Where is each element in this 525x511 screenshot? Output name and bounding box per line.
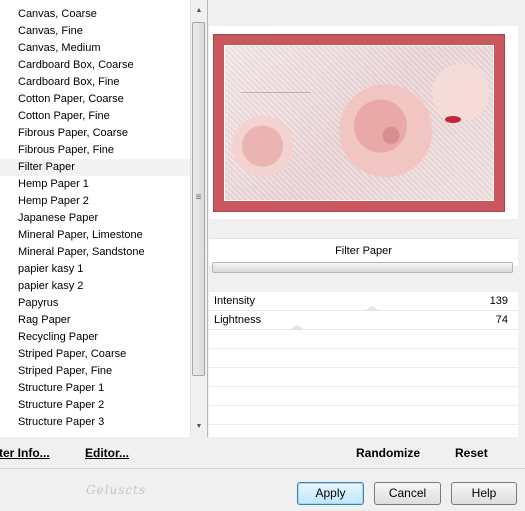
texture-list-item[interactable]: Canvas, Fine <box>0 23 190 40</box>
signature-watermark: Geluscts <box>86 483 147 497</box>
texture-list-item[interactable]: Cardboard Box, Fine <box>0 74 190 91</box>
parameter-row-lightness[interactable]: Lightness 74 <box>209 311 518 330</box>
texture-list-item[interactable]: Fibrous Paper, Fine <box>0 142 190 159</box>
parameter-row-empty <box>209 368 518 387</box>
texture-list-item[interactable]: papier kasy 2 <box>0 278 190 295</box>
parameter-row-empty <box>209 387 518 406</box>
texture-list-item[interactable]: Papyrus <box>0 295 190 312</box>
texture-list-item[interactable]: Japanese Paper <box>0 210 190 227</box>
parameter-value: 74 <box>495 314 508 326</box>
grip-icon: ≡ <box>195 192 202 203</box>
scroll-up-icon[interactable]: ▲ <box>191 3 207 19</box>
reset-button[interactable]: Reset <box>455 446 488 460</box>
texture-list-items: Canvas, Coarse Canvas, Fine Canvas, Medium… <box>0 6 190 431</box>
editor-button[interactable]: Editor... <box>85 446 129 460</box>
texture-list-item[interactable]: papier kasy 1 <box>0 261 190 278</box>
parameter-label: Lightness <box>214 314 262 326</box>
texture-list-item[interactable]: Structure Paper 3 <box>0 414 190 431</box>
texture-list-item[interactable]: Structure Paper 1 <box>0 380 190 397</box>
texture-list-item[interactable]: Rag Paper <box>0 312 190 329</box>
texture-list-item[interactable]: Filter Paper <box>0 159 190 176</box>
apply-button[interactable]: Apply <box>297 482 364 505</box>
texture-list-item[interactable]: Canvas, Medium <box>0 40 190 57</box>
parameter-row-empty <box>209 349 518 368</box>
texture-list-item[interactable]: Mineral Paper, Sandstone <box>0 244 190 261</box>
scrollbar-thumb[interactable]: ≡ <box>192 22 205 376</box>
texture-list-item[interactable]: Structure Paper 2 <box>0 397 190 414</box>
preview-panel <box>209 26 518 219</box>
preview-image-script-text <box>241 80 311 93</box>
parameters-panel: Intensity 139 Lightness 74 <box>209 292 518 437</box>
texture-list-item[interactable]: Canvas, Coarse <box>0 6 190 23</box>
texture-list-item[interactable]: Striped Paper, Coarse <box>0 346 190 363</box>
preview-image-lips <box>445 116 461 123</box>
parameter-label: Intensity <box>214 295 255 307</box>
filter-progress-bar <box>212 262 513 273</box>
scroll-down-icon[interactable]: ▼ <box>191 419 207 435</box>
texture-list-item[interactable]: Recycling Paper <box>0 329 190 346</box>
texture-list-item[interactable]: Cotton Paper, Fine <box>0 108 190 125</box>
parameter-value: 139 <box>489 295 508 307</box>
texture-list-item[interactable]: Hemp Paper 2 <box>0 193 190 210</box>
texture-list-item[interactable]: Hemp Paper 1 <box>0 176 190 193</box>
texture-list-item[interactable]: Striped Paper, Fine <box>0 363 190 380</box>
dialog-divider <box>0 468 525 469</box>
parameter-row-empty <box>209 406 518 425</box>
texture-list-scrollbar[interactable]: ▲ ≡ ▼ <box>190 0 207 437</box>
parameter-row-intensity[interactable]: Intensity 139 <box>209 292 518 311</box>
randomize-button[interactable]: Randomize <box>356 446 420 460</box>
texture-list[interactable]: Canvas, Coarse Canvas, Fine Canvas, Medium… <box>0 0 208 437</box>
texture-list-item[interactable]: Fibrous Paper, Coarse <box>0 125 190 142</box>
filter-title: Filter Paper <box>335 245 392 257</box>
help-button[interactable]: Help <box>451 482 517 505</box>
cancel-button[interactable]: Cancel <box>374 482 441 505</box>
texture-list-item[interactable]: Cardboard Box, Coarse <box>0 57 190 74</box>
filter-progress-fill <box>213 263 512 272</box>
texture-list-item[interactable]: Mineral Paper, Limestone <box>0 227 190 244</box>
preview-image <box>224 45 494 201</box>
parameter-row-empty <box>209 330 518 349</box>
filter-info-button[interactable]: ter Info... <box>0 446 50 460</box>
preview-image-frame <box>213 34 505 212</box>
texture-list-item[interactable]: Cotton Paper, Coarse <box>0 91 190 108</box>
